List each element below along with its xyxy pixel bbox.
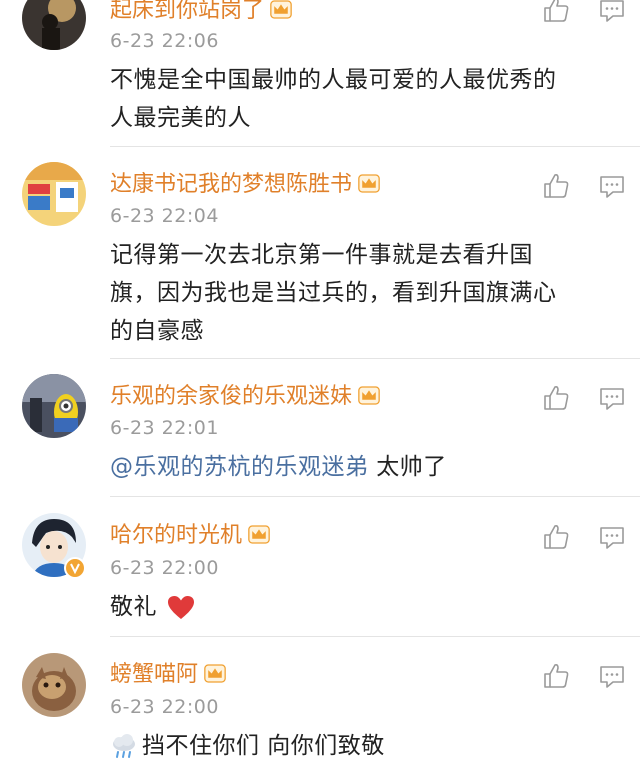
- timestamp: 6-23 22:00: [110, 696, 219, 718]
- crown-icon: [248, 525, 270, 544]
- thumbs-up-icon[interactable]: [542, 172, 570, 200]
- divider: [110, 496, 640, 497]
- comment-icon[interactable]: [598, 172, 626, 200]
- comment-text: 不愧是全中国最帅的人最可爱的人最优秀的 人最完美的人: [110, 67, 557, 131]
- timestamp: 6-23 22:04: [110, 205, 219, 227]
- comment-icon[interactable]: [598, 0, 626, 24]
- thumbs-up-icon[interactable]: [542, 662, 570, 690]
- comment-icon[interactable]: [598, 384, 626, 412]
- avatar[interactable]: [22, 0, 86, 50]
- timestamp: 6-23 22:00: [110, 557, 219, 579]
- mention-link[interactable]: @乐观的苏杭的乐观迷弟: [110, 454, 369, 480]
- username[interactable]: 起床到你站岗了: [110, 0, 292, 24]
- timestamp: 6-23 22:01: [110, 417, 219, 439]
- thumbs-up-icon[interactable]: [542, 523, 570, 551]
- username[interactable]: 达康书记我的梦想陈胜书: [110, 172, 380, 198]
- comment-icon[interactable]: [598, 662, 626, 690]
- crown-icon: [358, 174, 380, 193]
- divider: [110, 146, 640, 147]
- thumbs-up-icon[interactable]: [542, 0, 570, 24]
- crown-icon: [358, 386, 380, 405]
- rain-cloud-emoji-icon: [113, 733, 135, 758]
- comment-text: 记得第一次去北京第一件事就是去看升国 旗，因为我也是当过兵的，看到升国旗满心 的…: [110, 242, 557, 344]
- divider: [110, 358, 640, 359]
- avatar[interactable]: [22, 374, 86, 438]
- username[interactable]: 螃蟹喵阿: [110, 662, 226, 688]
- avatar[interactable]: [22, 653, 86, 717]
- crown-icon: [270, 0, 292, 19]
- username[interactable]: 乐观的余家俊的乐观迷妹: [110, 384, 380, 410]
- comment-icon[interactable]: [598, 523, 626, 551]
- comment-text: 敬礼: [110, 588, 610, 626]
- avatar[interactable]: [22, 162, 86, 226]
- username[interactable]: 哈尔的时光机: [110, 523, 270, 549]
- divider: [110, 636, 640, 637]
- heart-emoji-icon: [167, 595, 194, 619]
- timestamp: 6-23 22:06: [110, 30, 219, 52]
- verified-badge: [64, 557, 86, 579]
- thumbs-up-icon[interactable]: [542, 384, 570, 412]
- crown-icon: [204, 664, 226, 683]
- comment-text: 挡不住你们 向你们致敬: [110, 727, 610, 765]
- comment-text: @乐观的苏杭的乐观迷弟 太帅了: [110, 454, 447, 480]
